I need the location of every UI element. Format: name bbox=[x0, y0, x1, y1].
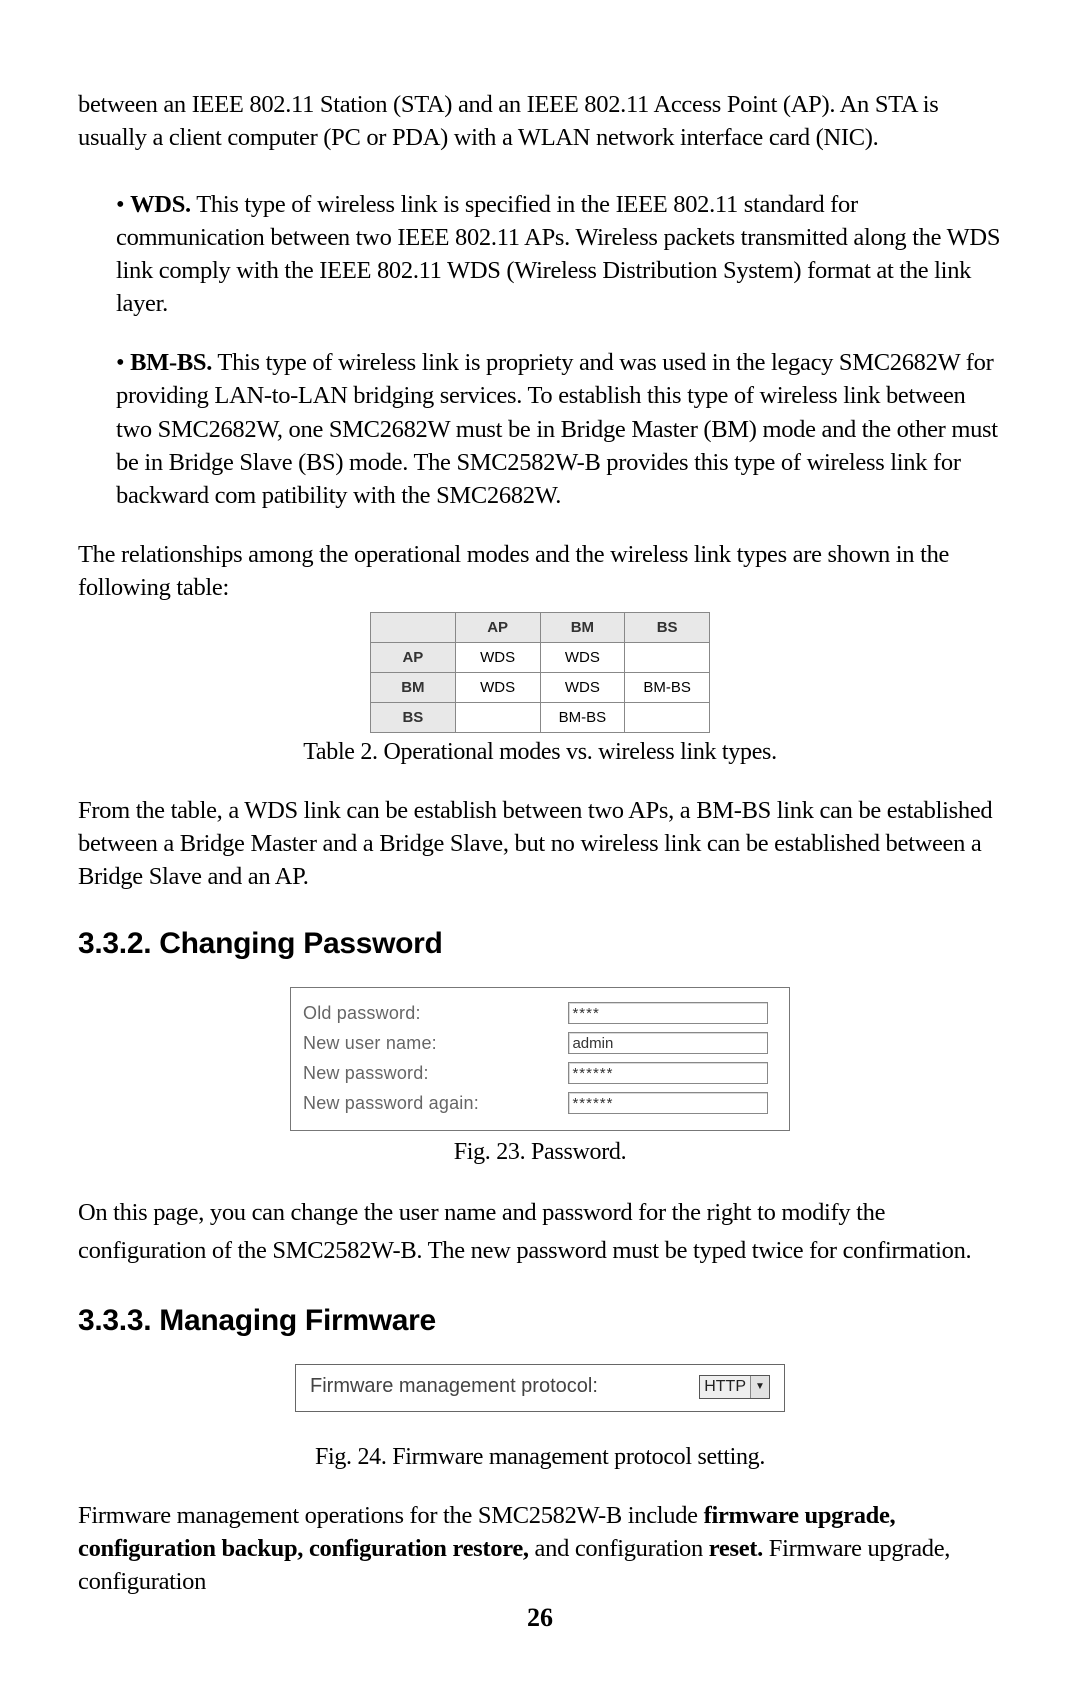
bullet-bmbs: • BM-BS. This type of wireless link is p… bbox=[116, 346, 1002, 511]
heading-changing-password: 3.3.2. Changing Password bbox=[78, 927, 1002, 961]
table-cell bbox=[625, 702, 710, 732]
firmware-protocol-select[interactable]: HTTP ▼ bbox=[699, 1375, 770, 1399]
table-row: AP WDS WDS bbox=[371, 642, 710, 672]
paragraph-table-follow: From the table, a WDS link can be establ… bbox=[78, 794, 1002, 893]
paragraph-password-desc: On this page, you can change the user na… bbox=[78, 1194, 1002, 1270]
paragraph-table-lead: The relationships among the operational … bbox=[78, 538, 1002, 604]
bullet-bmbs-label: BM-BS. bbox=[130, 349, 212, 376]
figure-caption-password: Fig. 23. Password. bbox=[78, 1139, 1002, 1166]
table-row: AP BM BS bbox=[371, 612, 710, 642]
table-header: BM bbox=[540, 612, 625, 642]
bullet-wds-label: WDS. bbox=[130, 191, 191, 218]
table-rowhead: BS bbox=[371, 702, 456, 732]
password-row: Old password: bbox=[303, 998, 777, 1028]
table-cell: WDS bbox=[455, 642, 540, 672]
table-cell: WDS bbox=[540, 672, 625, 702]
document-page: between an IEEE 802.11 Station (STA) and… bbox=[0, 0, 1080, 1697]
password-row: New password: bbox=[303, 1058, 777, 1088]
firmware-protocol-label: Firmware management protocol: bbox=[310, 1375, 598, 1398]
new-password-label: New password: bbox=[303, 1063, 568, 1084]
table-header bbox=[371, 612, 456, 642]
table-cell: WDS bbox=[540, 642, 625, 672]
table-row: BS BM-BS bbox=[371, 702, 710, 732]
paragraph-firmware-desc: Firmware management operations for the S… bbox=[78, 1499, 1002, 1598]
table-cell: WDS bbox=[455, 672, 540, 702]
figure-caption-firmware: Fig. 24. Firmware management protocol se… bbox=[78, 1444, 1002, 1471]
new-username-input[interactable] bbox=[568, 1032, 768, 1054]
table-row: BM WDS WDS BM-BS bbox=[371, 672, 710, 702]
new-password-input[interactable] bbox=[568, 1062, 768, 1084]
modes-table-wrap: AP BM BS AP WDS WDS BM WDS WDS BM-BS BS … bbox=[370, 612, 710, 733]
password-row: New password again: bbox=[303, 1088, 777, 1118]
paragraph-intro: between an IEEE 802.11 Station (STA) and… bbox=[78, 88, 1002, 154]
fw-text-pre: Firmware management operations for the S… bbox=[78, 1502, 704, 1529]
bullet-wds-text: This type of wireless link is specified … bbox=[116, 191, 1000, 317]
firmware-form-screenshot: Firmware management protocol: HTTP ▼ bbox=[295, 1364, 785, 1412]
table-header: BS bbox=[625, 612, 710, 642]
new-password-again-label: New password again: bbox=[303, 1093, 568, 1114]
new-username-label: New user name: bbox=[303, 1033, 568, 1054]
bullet-wds: • WDS. This type of wireless link is spe… bbox=[116, 188, 1002, 320]
old-password-label: Old password: bbox=[303, 1003, 568, 1024]
table-cell bbox=[625, 642, 710, 672]
fw-text-mid: and configuration bbox=[529, 1535, 709, 1562]
bullet-bmbs-text: This type of wireless link is propriety … bbox=[116, 349, 998, 508]
table-cell bbox=[455, 702, 540, 732]
modes-table: AP BM BS AP WDS WDS BM WDS WDS BM-BS BS … bbox=[370, 612, 710, 733]
table-rowhead: BM bbox=[371, 672, 456, 702]
old-password-input[interactable] bbox=[568, 1002, 768, 1024]
password-row: New user name: bbox=[303, 1028, 777, 1058]
firmware-protocol-value: HTTP bbox=[704, 1378, 750, 1396]
chevron-down-icon: ▼ bbox=[750, 1376, 769, 1398]
table-rowhead: AP bbox=[371, 642, 456, 672]
heading-managing-firmware: 3.3.3. Managing Firmware bbox=[78, 1304, 1002, 1338]
password-form-screenshot: Old password: New user name: New passwor… bbox=[290, 987, 790, 1131]
bullet-list: • WDS. This type of wireless link is spe… bbox=[78, 188, 1002, 512]
page-number: 26 bbox=[0, 1603, 1080, 1633]
table-caption: Table 2. Operational modes vs. wireless … bbox=[78, 739, 1002, 766]
fw-text-bold2: reset. bbox=[709, 1535, 763, 1562]
new-password-again-input[interactable] bbox=[568, 1092, 768, 1114]
table-cell: BM-BS bbox=[625, 672, 710, 702]
table-cell: BM-BS bbox=[540, 702, 625, 732]
table-header: AP bbox=[455, 612, 540, 642]
